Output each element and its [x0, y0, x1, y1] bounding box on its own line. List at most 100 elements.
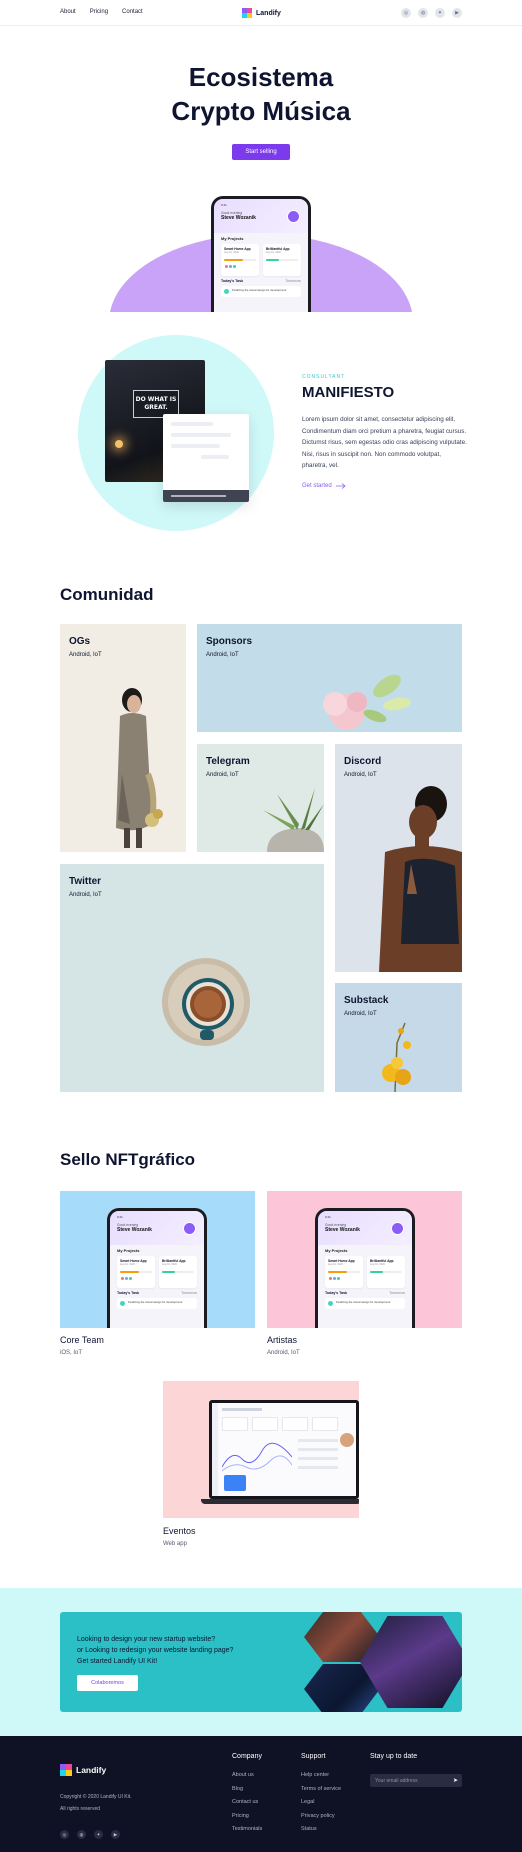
card-title-artistas: Artistas: [267, 1335, 298, 1345]
project-card: Brilliantful App Aug 10, 2020: [263, 244, 301, 276]
task-card: Finalizing the visual design for develop…: [221, 286, 301, 297]
sello-title: Sello NFTgráfico: [60, 1150, 196, 1169]
phone-task-heading: Today's Task: [325, 1291, 348, 1295]
cta-box: Looking to design your new startup websi…: [60, 1612, 462, 1712]
footer-link-blog[interactable]: Blog: [232, 1786, 262, 1792]
cta-line1: Looking to design your new startup websi…: [77, 1636, 216, 1643]
phone-task-tomorrow: Tomorrow: [389, 1291, 405, 1295]
manifiesto-title: MANIFIESTO: [302, 384, 395, 401]
project-card-date: Aug 10, 2020: [120, 1263, 135, 1266]
project-card-date: Aug 10, 2020: [370, 1263, 385, 1266]
phone-task-tomorrow: Tomorrow: [285, 279, 301, 283]
tile-title: Twitter: [69, 876, 102, 887]
footer-social: ◎ ◍ ✦ ▶: [60, 1830, 120, 1839]
email-field[interactable]: Your email address ➤: [370, 1774, 462, 1787]
arrow-right-icon: [335, 483, 346, 489]
phone-time: 9:41: [221, 203, 227, 207]
footer-link-terms[interactable]: Terms of service: [301, 1786, 341, 1792]
project-card-date: Aug 10, 2020: [224, 251, 239, 254]
eventos-image[interactable]: [163, 1381, 359, 1518]
footer-link-legal[interactable]: Legal: [301, 1799, 341, 1805]
page: About Pricing Contact Landify ◎ ◍ ✦ ▶ Ec…: [0, 0, 522, 1852]
phone-mockup: 9:41 Good evening Steve Wozanik My Proje…: [315, 1208, 415, 1328]
cta-line2: or Looking to redesign your website land…: [77, 1647, 234, 1654]
phone-projects-heading: My Projects: [117, 1248, 140, 1253]
tile-sub: Android, IoT: [206, 652, 239, 658]
hero-phone-mockup: 9:41 Good evening Steve Wozanik My Proje…: [211, 196, 311, 312]
avatar: [183, 1222, 196, 1235]
laptop-mockup: [209, 1400, 359, 1499]
manifiesto-text: Lorem ipsum dolor sit amet, consectetur …: [302, 416, 467, 469]
tile-title: Sponsors: [206, 636, 253, 647]
project-progress: [224, 259, 256, 261]
task-text: Finalizing the visual design for develop…: [128, 1300, 183, 1304]
tile-title: Substack: [344, 995, 389, 1006]
colaboremos-button[interactable]: Colaboremos: [77, 1675, 138, 1691]
task-status-icon: [224, 289, 229, 294]
tile-sub: Android, IoT: [69, 652, 102, 658]
phone-task-tomorrow: Tomorrow: [181, 1291, 197, 1295]
tile-discord[interactable]: Discord Android, IoT: [335, 744, 462, 972]
footer-newsletter-heading: Stay up to date: [370, 1753, 418, 1760]
footer-link-pricing[interactable]: Pricing: [232, 1813, 262, 1819]
tile-telegram[interactable]: Telegram Android, IoT: [197, 744, 324, 852]
core-team-image[interactable]: 9:41 Good evening Steve Wozanik My Proje…: [60, 1191, 255, 1328]
project-card-date: Aug 10, 2020: [266, 251, 281, 254]
coffee-cup-image: [162, 958, 250, 1046]
project-progress: [266, 259, 298, 261]
footer-link-about[interactable]: About us: [232, 1772, 262, 1778]
phone-mockup: 9:41 Good evening Steve Wozanik My Proje…: [107, 1208, 207, 1328]
cta-line3: Get started Landify UI Kit!: [77, 1658, 158, 1665]
get-started-label: Get started: [302, 483, 332, 489]
phone-time: 9:41: [325, 1215, 331, 1219]
artistas-image[interactable]: 9:41 Good evening Steve Wozanik My Proje…: [267, 1191, 462, 1328]
phone-task-heading: Today's Task: [221, 279, 244, 283]
footer-link-help[interactable]: Help center: [301, 1772, 341, 1778]
card-title-eventos: Eventos: [163, 1526, 196, 1536]
tile-sub: Android, IoT: [344, 772, 377, 778]
footer-brand-name: Landify: [76, 1765, 107, 1775]
rights: All rights reserved: [60, 1806, 101, 1812]
footer-company: Company About us Blog Contact us Pricing…: [232, 1753, 262, 1840]
tile-title: Discord: [344, 756, 382, 767]
get-started-link[interactable]: Get started: [302, 483, 346, 489]
email-placeholder: Your email address: [375, 1778, 418, 1784]
lamp: [115, 440, 123, 448]
tile-title: OGs: [69, 636, 91, 647]
landify-logo-icon: [60, 1764, 72, 1776]
footer: Landify Copyright © 2020 Landify UI Kit.…: [0, 1736, 522, 1852]
footer-link-privacy[interactable]: Privacy policy: [301, 1813, 341, 1819]
dribbble-icon[interactable]: ◍: [77, 1830, 86, 1839]
footer-link-status[interactable]: Status: [301, 1826, 341, 1832]
tile-sponsors[interactable]: Sponsors Android, IoT: [197, 624, 462, 732]
footer-company-heading: Company: [232, 1753, 262, 1760]
tile-title: Telegram: [206, 756, 250, 767]
manifiesto-card: [163, 414, 249, 502]
tile-sub: Android, IoT: [69, 892, 102, 898]
copyright: Copyright © 2020 Landify UI Kit.: [60, 1794, 132, 1800]
tile-ogs[interactable]: OGs Android, IoT: [60, 624, 186, 852]
footer-logo[interactable]: Landify: [60, 1764, 106, 1776]
task-text: Finalizing the visual design for develop…: [232, 288, 287, 292]
woman-with-flowers-image: [116, 688, 163, 848]
twitter-icon[interactable]: ✦: [94, 1830, 103, 1839]
project-card-date: Aug 10, 2020: [328, 1263, 343, 1266]
phone-time: 9:41: [117, 1215, 123, 1219]
footer-link-testimonials[interactable]: Testimonials: [232, 1826, 262, 1832]
instagram-icon[interactable]: ◎: [60, 1830, 69, 1839]
send-icon[interactable]: ➤: [453, 1777, 458, 1784]
phone-task-heading: Today's Task: [117, 1291, 140, 1295]
tile-twitter[interactable]: Twitter Android, IoT: [60, 864, 324, 1092]
card-sub-artistas: Android, IoT: [267, 1350, 300, 1356]
cta-text: Looking to design your new startup websi…: [77, 1634, 277, 1667]
woman-meditating-image: [379, 786, 462, 972]
youtube-icon[interactable]: ▶: [111, 1830, 120, 1839]
task-text: Finalizing the visual design for develop…: [336, 1300, 391, 1304]
footer-link-contact[interactable]: Contact us: [232, 1799, 262, 1805]
comunidad-title: Comunidad: [60, 585, 154, 604]
phone-projects-heading: My Projects: [325, 1248, 348, 1253]
phone-projects-heading: My Projects: [221, 236, 244, 241]
phone-screen: 9:41 Good evening Steve Wozanik My Proje…: [214, 199, 308, 312]
tile-substack[interactable]: Substack Android, IoT: [335, 983, 462, 1092]
footer-support-heading: Support: [301, 1753, 326, 1760]
